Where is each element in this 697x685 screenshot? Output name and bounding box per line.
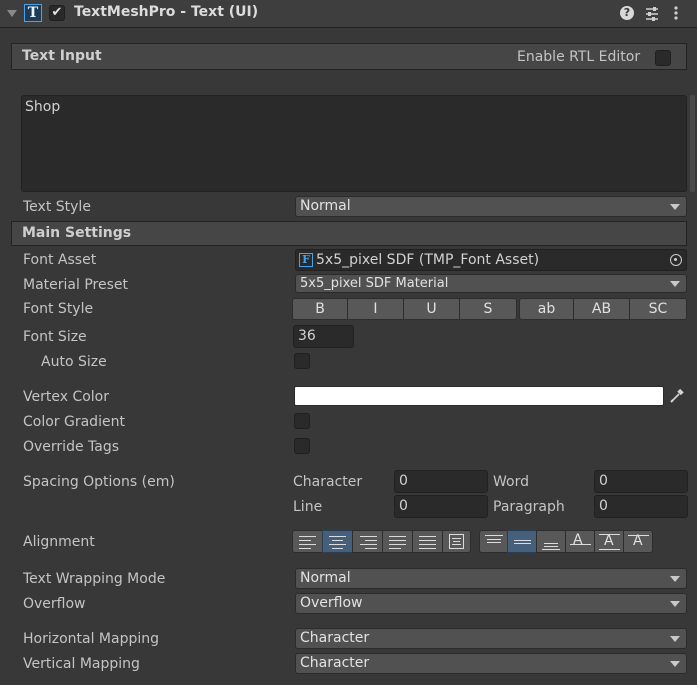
chevron-down-icon	[670, 636, 680, 642]
align-capline-button[interactable]: A	[623, 530, 653, 553]
font-size-field[interactable]: 36	[293, 325, 354, 348]
component-title: TextMeshPro - Text (UI)	[74, 4, 259, 20]
align-top-button[interactable]	[479, 530, 508, 553]
paragraph-spacing-field[interactable]: 0	[594, 495, 688, 518]
override-tags-label: Override Tags	[23, 439, 120, 455]
text-style-value: Normal	[300, 198, 351, 214]
textmeshpro-component-icon: T	[24, 4, 42, 22]
align-center-button[interactable]	[322, 530, 353, 553]
align-midline-button[interactable]: A	[594, 530, 624, 553]
color-gradient-checkbox[interactable]	[294, 413, 310, 429]
text-input-value: Shop	[25, 99, 61, 115]
font-style-italic-button[interactable]: I	[347, 298, 404, 320]
horizontal-mapping-value: Character	[300, 630, 370, 646]
chevron-down-icon	[670, 661, 680, 667]
horizontal-mapping-label: Horizontal Mapping	[23, 631, 160, 647]
vertex-color-label: Vertex Color	[23, 389, 110, 405]
eyedropper-icon[interactable]	[669, 388, 685, 404]
align-baseline-button[interactable]: A	[565, 530, 595, 553]
font-size-value: 36	[298, 328, 316, 344]
auto-size-checkbox[interactable]	[294, 353, 310, 369]
align-baseline-icon: A	[573, 532, 583, 548]
text-input-section-header: Text Input Enable RTL Editor	[11, 43, 687, 70]
word-spacing-label: Word	[493, 474, 529, 490]
override-tags-checkbox[interactable]	[294, 438, 310, 454]
section-title: Text Input	[22, 48, 102, 64]
font-style-lowercase-button[interactable]: ab	[519, 298, 574, 320]
chevron-down-icon	[670, 204, 680, 210]
material-preset-label: Material Preset	[23, 277, 128, 293]
text-input-scrollbar[interactable]	[690, 95, 695, 192]
rtl-editor-label: Enable RTL Editor	[517, 49, 641, 65]
font-asset-value: 5x5_pixel SDF (TMP_Font Asset)	[316, 252, 540, 268]
overflow-label: Overflow	[23, 596, 86, 612]
word-spacing-value: 0	[599, 473, 608, 489]
font-style-smallcaps-button[interactable]: SC	[629, 298, 687, 320]
component-enabled-checkbox[interactable]: ✔	[49, 5, 65, 21]
object-picker-icon[interactable]	[670, 254, 682, 266]
preset-icon[interactable]	[645, 4, 659, 22]
line-spacing-value: 0	[399, 498, 408, 514]
overflow-value: Overflow	[300, 595, 363, 611]
align-left-button[interactable]	[292, 530, 323, 553]
align-flush-button[interactable]	[412, 530, 443, 553]
text-wrapping-value: Normal	[300, 570, 351, 586]
paragraph-spacing-value: 0	[599, 498, 608, 514]
help-icon[interactable]: ?	[620, 6, 634, 20]
kebab-menu-icon[interactable]	[671, 5, 681, 21]
font-style-underline-button[interactable]: U	[403, 298, 460, 320]
material-preset-dropdown[interactable]: 5x5_pixel SDF Material	[295, 274, 687, 293]
component-header: T ✔ TextMeshPro - Text (UI) ?	[0, 0, 697, 28]
spacing-options-label: Spacing Options (em)	[23, 474, 175, 490]
line-spacing-label: Line	[293, 499, 323, 515]
line-spacing-field[interactable]: 0	[394, 495, 488, 518]
font-style-uppercase-button[interactable]: AB	[573, 298, 630, 320]
horizontal-mapping-dropdown[interactable]: Character	[295, 628, 687, 649]
main-settings-section-header: Main Settings	[11, 221, 687, 246]
font-style-bold-button[interactable]: B	[292, 298, 348, 320]
align-midline-icon: A	[604, 533, 614, 549]
font-asset-label: Font Asset	[23, 252, 97, 268]
chevron-down-icon	[670, 601, 680, 607]
vertical-mapping-dropdown[interactable]: Character	[295, 653, 687, 674]
overflow-dropdown[interactable]: Overflow	[295, 593, 687, 614]
text-wrapping-label: Text Wrapping Mode	[23, 571, 166, 587]
auto-size-label: Auto Size	[41, 354, 107, 370]
align-middle-button[interactable]	[507, 530, 537, 553]
align-bottom-button[interactable]	[536, 530, 566, 553]
vertical-mapping-label: Vertical Mapping	[23, 656, 140, 672]
align-right-button[interactable]	[352, 530, 383, 553]
alignment-label: Alignment	[23, 534, 95, 550]
rtl-editor-checkbox[interactable]	[655, 50, 671, 66]
font-style-label: Font Style	[23, 301, 94, 317]
vertical-mapping-value: Character	[300, 655, 370, 671]
font-asset-icon: F	[299, 253, 313, 267]
chevron-down-icon	[670, 281, 680, 287]
material-preset-value: 5x5_pixel SDF Material	[300, 276, 449, 291]
color-gradient-label: Color Gradient	[23, 414, 125, 430]
character-spacing-value: 0	[399, 473, 408, 489]
align-justified-button[interactable]	[382, 530, 413, 553]
chevron-down-icon	[670, 576, 680, 582]
character-spacing-label: Character	[293, 474, 363, 490]
character-spacing-field[interactable]: 0	[394, 470, 488, 493]
font-size-label: Font Size	[23, 329, 87, 345]
text-wrapping-dropdown[interactable]: Normal	[295, 568, 687, 589]
text-input-area[interactable]: Shop	[21, 95, 687, 192]
foldout-arrow-icon[interactable]	[7, 10, 17, 17]
section-title: Main Settings	[22, 225, 132, 241]
text-style-label: Text Style	[23, 199, 91, 215]
font-asset-field[interactable]: F 5x5_pixel SDF (TMP_Font Asset)	[295, 249, 687, 271]
vertex-color-swatch[interactable]	[294, 386, 664, 406]
word-spacing-field[interactable]: 0	[594, 470, 688, 493]
font-style-strikethrough-button[interactable]: S	[459, 298, 517, 320]
align-geometry-center-button[interactable]	[442, 530, 471, 553]
text-style-dropdown[interactable]: Normal	[295, 196, 687, 217]
paragraph-spacing-label: Paragraph	[493, 499, 565, 515]
